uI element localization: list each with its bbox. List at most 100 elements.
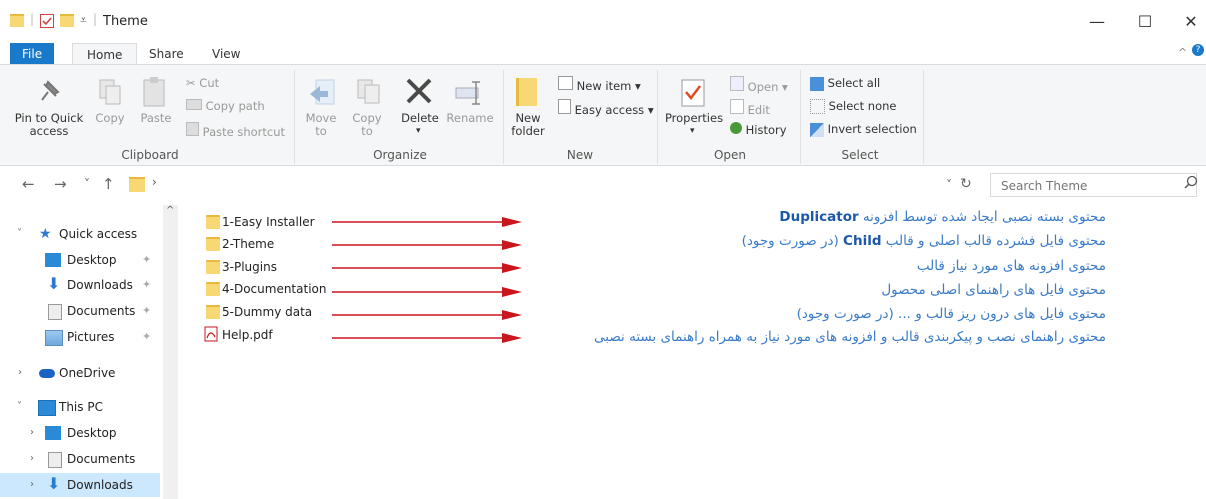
tab-share[interactable]: Share (135, 43, 198, 65)
select-all-icon (810, 76, 824, 91)
copy-button[interactable]: Copy (94, 112, 126, 125)
rename-button[interactable]: Rename (444, 112, 496, 125)
chevron-right-icon[interactable]: › (18, 361, 22, 385)
copy-to-icon (354, 76, 384, 109)
select-none-button[interactable]: Select none (810, 99, 896, 114)
annotation-arrow (332, 217, 522, 227)
close-button[interactable]: ✕ (1176, 10, 1206, 34)
download-arrow-icon: ⬇ (47, 474, 61, 493)
organize-group-label: Organize (373, 148, 427, 162)
properties-button[interactable]: Properties (664, 112, 724, 125)
star-icon: ★ (39, 226, 52, 242)
paste-button[interactable]: Paste (138, 112, 174, 125)
delete-icon (404, 76, 434, 109)
edit-icon (730, 99, 744, 114)
folder-icon (206, 305, 220, 319)
select-all-button[interactable]: Select all (810, 76, 880, 91)
folder-icon (206, 282, 220, 296)
annotation-arrow (332, 240, 522, 250)
back-button[interactable]: ← (22, 175, 35, 193)
sidebar-item-downloads[interactable]: ⬇ Downloads ✦ (0, 273, 160, 297)
easy-access-button[interactable]: Easy access ▾ (558, 99, 654, 117)
sidebar-item-pc-downloads[interactable]: › ⬇ Downloads (0, 473, 160, 497)
forward-button[interactable]: → (54, 175, 67, 193)
new-folder-icon[interactable] (60, 14, 74, 27)
chevron-right-icon[interactable]: › (30, 473, 34, 497)
desktop-icon (45, 426, 61, 440)
group-divider (923, 70, 924, 164)
sidebar-item-pc-desktop[interactable]: › Desktop (0, 421, 160, 445)
desktop-icon (45, 253, 61, 267)
edit-button[interactable]: Edit (730, 99, 770, 117)
open-group-label: Open (713, 148, 747, 162)
folder-icon (10, 14, 24, 27)
annotation-arrow (332, 263, 522, 273)
sidebar-item-pictures[interactable]: Pictures ✦ (0, 325, 160, 349)
pin-icon: ✦ (142, 304, 152, 317)
pdf-icon (204, 326, 218, 342)
documents-icon (48, 304, 62, 320)
group-divider (800, 70, 801, 164)
qat-separator: | (30, 12, 35, 26)
scissors-icon: ✂ (186, 76, 196, 90)
download-arrow-icon: ⬇ (47, 274, 61, 293)
help-icon[interactable]: ? (1192, 44, 1204, 56)
minimize-button[interactable]: — (1082, 10, 1112, 34)
folder-icon (206, 260, 220, 274)
sidebar-scrollbar[interactable]: ^ (163, 205, 178, 499)
address-bar[interactable]: › (125, 173, 935, 195)
annotation-arrow (332, 287, 522, 297)
copy-path-button[interactable]: Copy path (186, 99, 265, 113)
move-to-icon (308, 78, 338, 111)
paste-shortcut-button[interactable]: Paste shortcut (186, 122, 285, 139)
search-box[interactable] (990, 173, 1197, 197)
search-icon (1184, 175, 1198, 192)
move-to-button[interactable]: Move to (302, 112, 340, 138)
open-icon (730, 76, 744, 91)
delete-dropdown-icon[interactable]: ▾ (416, 126, 421, 136)
scroll-up-icon[interactable]: ^ (166, 205, 174, 216)
new-folder-button[interactable]: New folder (506, 112, 550, 138)
chevron-down-icon[interactable]: ˅ (17, 222, 22, 246)
up-button[interactable]: ↑ (102, 175, 115, 193)
annotation-arrow (332, 310, 522, 320)
breadcrumb-separator[interactable]: › (152, 175, 157, 189)
qat-dropdown-icon[interactable]: ⩡ (80, 13, 87, 28)
sidebar-item-this-pc[interactable]: ˅ This PC (0, 395, 160, 419)
search-input[interactable] (999, 178, 1173, 194)
maximize-button[interactable]: ☐ (1130, 10, 1160, 34)
tab-file[interactable]: File (10, 43, 55, 65)
select-none-icon (810, 99, 825, 114)
group-divider (503, 70, 504, 164)
invert-selection-button[interactable]: Invert selection (810, 122, 917, 137)
chevron-down-icon[interactable]: ˅ (17, 395, 22, 419)
copy-to-button[interactable]: Copy to (348, 112, 386, 138)
group-divider (294, 70, 295, 164)
title-bar: | ⩡ | Theme — ☐ ✕ (0, 0, 1206, 40)
sidebar-item-documents[interactable]: Documents ✦ (0, 299, 160, 323)
chevron-right-icon[interactable]: › (30, 421, 34, 445)
chevron-right-icon[interactable]: › (30, 447, 34, 471)
ribbon-collapse-icon[interactable]: ^ (1178, 46, 1187, 59)
folder-icon (129, 177, 145, 192)
refresh-button[interactable]: ↻ (960, 176, 972, 192)
annotation-text: محتوی فایل فشرده قالب اصلی و قالب Child … (741, 233, 1106, 249)
select-group-label: Select (841, 148, 879, 162)
new-item-button[interactable]: New item ▾ (558, 76, 641, 93)
cut-button[interactable]: ✂ Cut (186, 76, 219, 90)
recent-locations-button[interactable]: ˅ (84, 177, 90, 191)
sidebar-item-onedrive[interactable]: › OneDrive (0, 361, 160, 385)
sidebar-item-pc-documents[interactable]: › Documents (0, 447, 160, 471)
sidebar-item-quick-access[interactable]: ˅ ★ Quick access (0, 222, 160, 246)
sidebar-item-desktop[interactable]: Desktop ✦ (0, 248, 160, 272)
properties-dropdown-icon[interactable]: ▾ (690, 126, 695, 136)
open-button[interactable]: Open ▾ (730, 76, 788, 94)
address-dropdown-button[interactable]: ˅ (946, 178, 952, 192)
history-button[interactable]: History (730, 122, 787, 137)
delete-button[interactable]: Delete (398, 112, 442, 125)
new-group-label: New (566, 148, 594, 162)
tab-view[interactable]: View (198, 43, 254, 65)
invert-selection-icon (810, 122, 824, 137)
properties-check-icon[interactable] (40, 14, 54, 28)
pin-to-quick-access-button[interactable]: Pin to Quick access (14, 112, 84, 138)
